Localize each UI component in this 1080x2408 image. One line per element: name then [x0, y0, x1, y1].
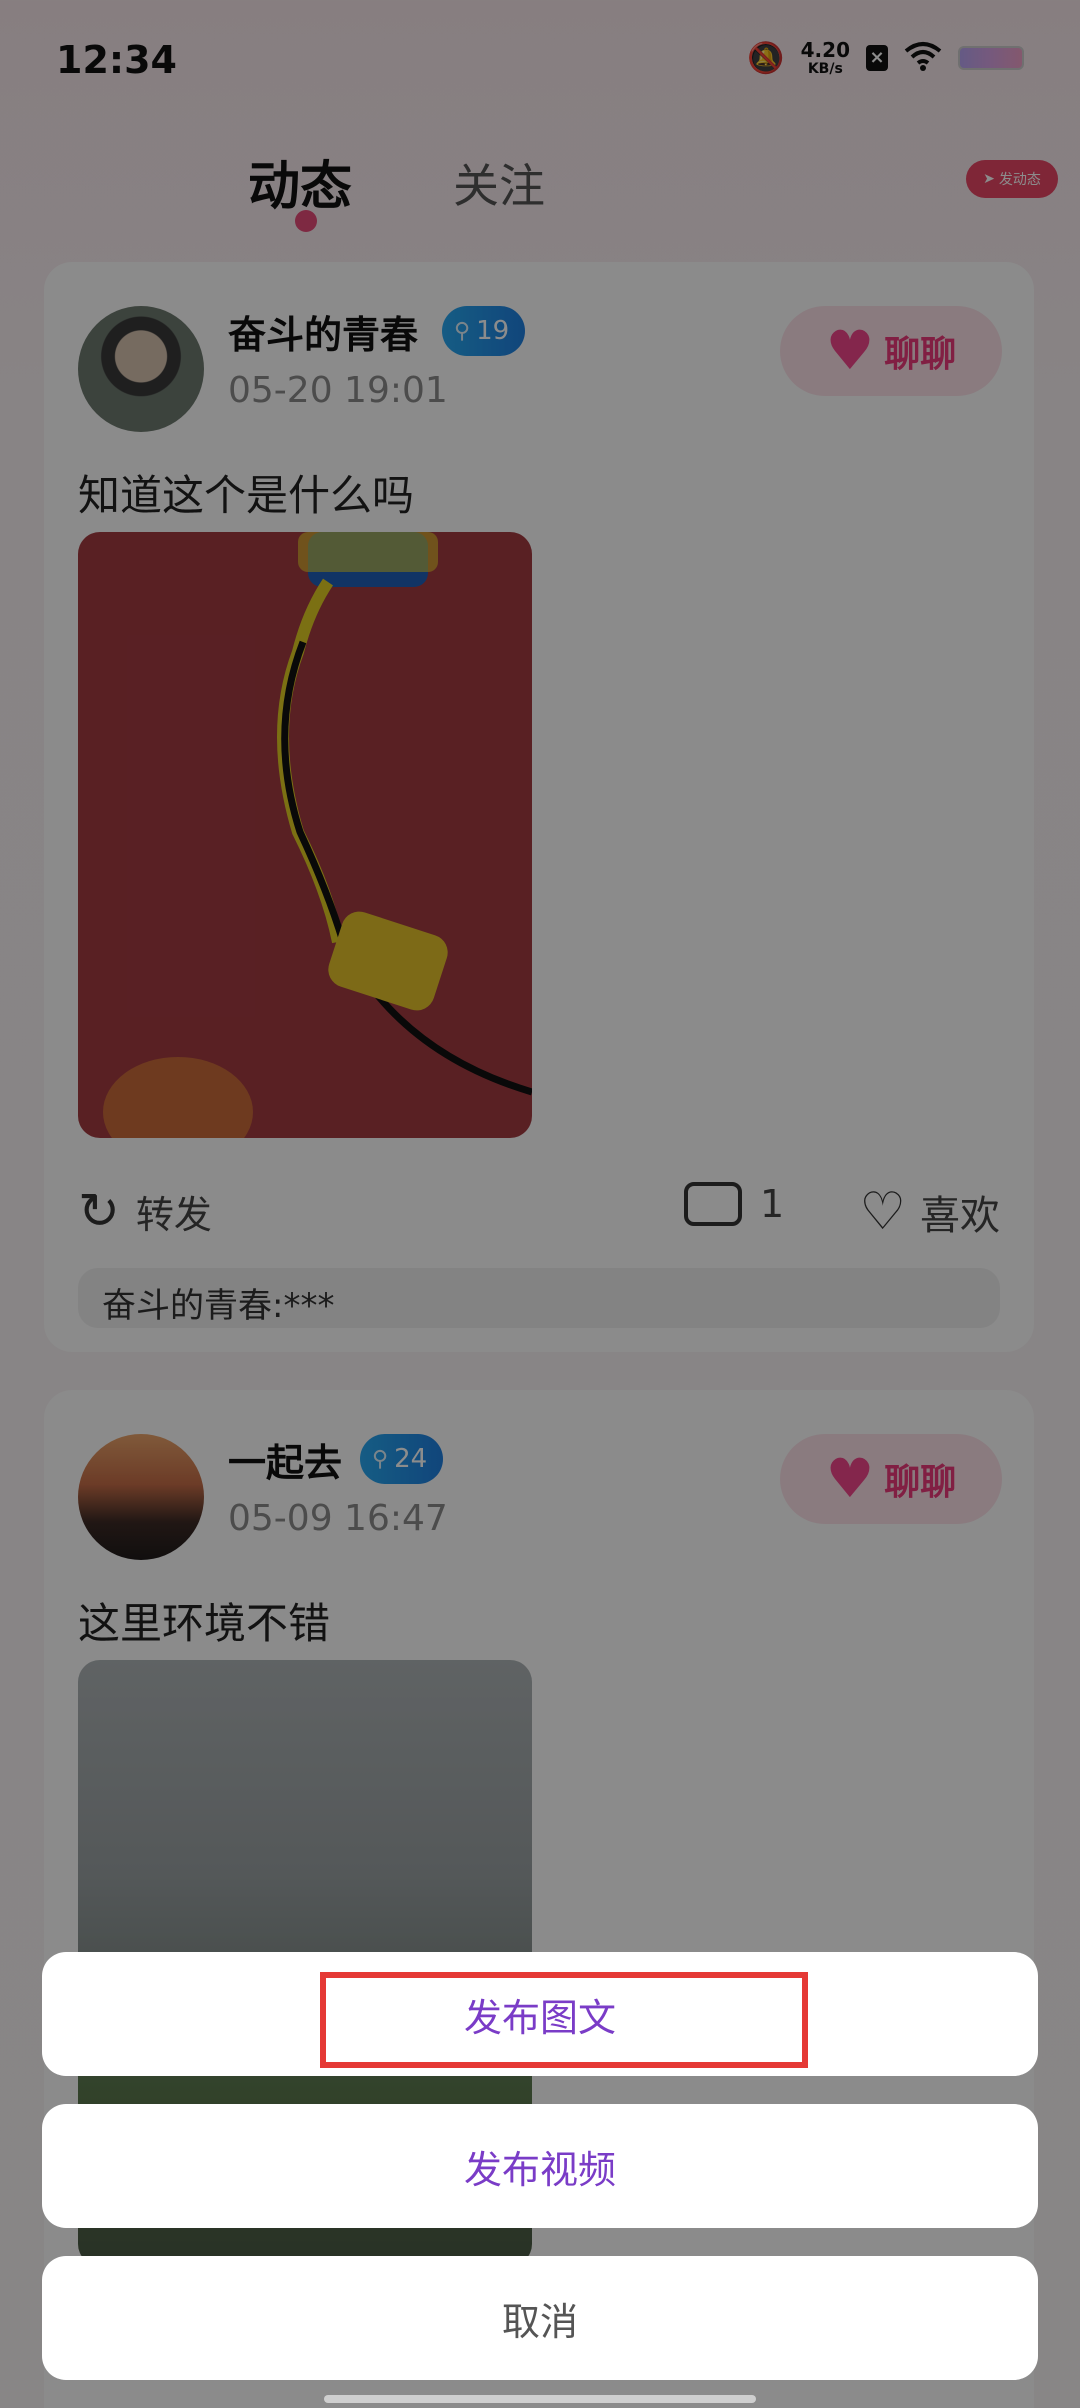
highlight-box [320, 1972, 808, 2068]
home-indicator [324, 2395, 756, 2403]
publish-video-button[interactable]: 发布视频 [42, 2104, 1038, 2228]
cancel-button[interactable]: 取消 [42, 2256, 1038, 2380]
